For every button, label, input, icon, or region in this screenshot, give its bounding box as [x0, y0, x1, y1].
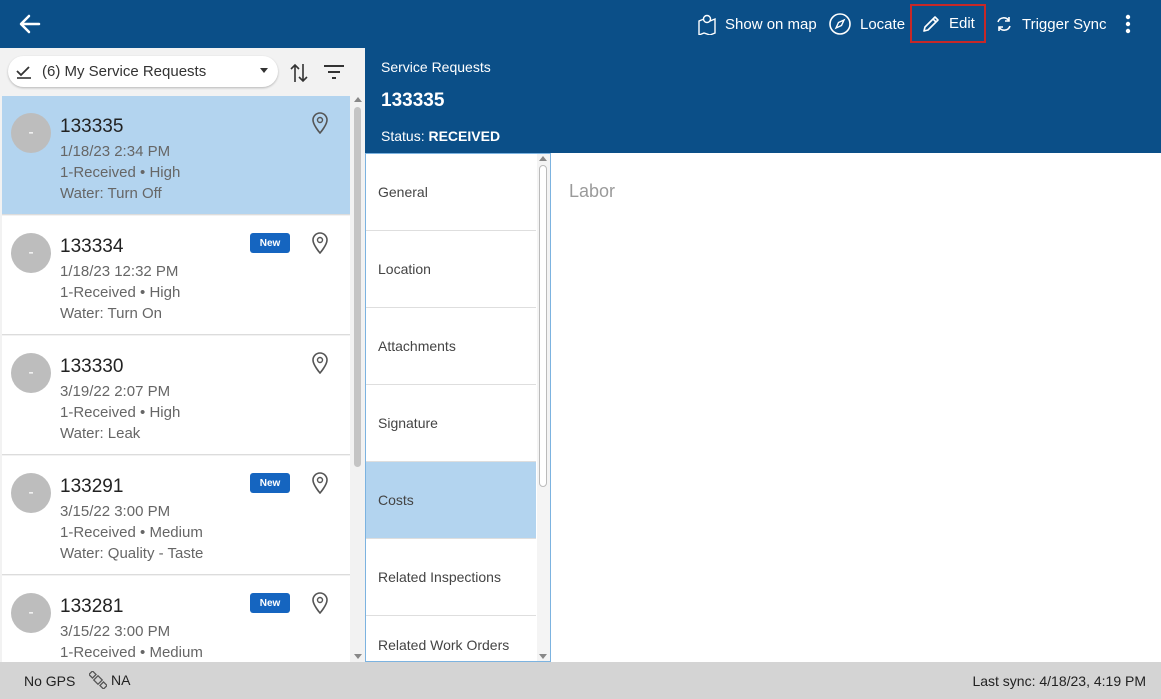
app-toolbar: Show on map Locate Edit Trigger Sync	[0, 0, 1161, 48]
arrow-left-icon	[19, 14, 41, 34]
section-content: Labor	[551, 153, 1161, 662]
checklist-icon	[16, 65, 31, 79]
request-type: Water: Turn On	[60, 305, 162, 322]
location-pin-icon[interactable]	[311, 112, 329, 134]
new-badge: New	[250, 593, 290, 613]
list-item[interactable]: -133335 1/18/23 2:34 PM 1-Received • High W…	[2, 96, 350, 215]
network-label: NA	[111, 672, 131, 688]
request-id: 133334	[60, 236, 124, 257]
request-status: 1-Received • Medium	[60, 524, 203, 541]
sort-icon	[290, 63, 308, 83]
new-badge: New	[250, 233, 290, 253]
sort-button[interactable]	[289, 62, 311, 84]
list-scrollbar[interactable]	[351, 95, 365, 662]
new-badge: New	[250, 473, 290, 493]
pencil-icon	[923, 15, 939, 32]
request-date: 3/19/22 2:07 PM	[60, 383, 171, 400]
section-nav-item[interactable]: Costs	[366, 462, 536, 539]
status-value: RECEIVED	[428, 128, 501, 144]
request-date: 1/18/23 2:34 PM	[60, 143, 171, 160]
gps-status: No GPS	[24, 673, 76, 689]
section-nav-scrollbar[interactable]	[537, 154, 550, 661]
sync-icon	[997, 17, 1011, 31]
avatar: -	[11, 593, 51, 633]
trigger-sync-label: Trigger Sync	[1022, 15, 1107, 33]
section-nav-item[interactable]: Location	[366, 231, 536, 308]
scroll-up-arrow-icon[interactable]	[354, 97, 362, 102]
request-status: 1-Received • High	[60, 164, 181, 181]
request-date: 3/15/22 3:00 PM	[60, 623, 171, 640]
location-pin-icon[interactable]	[311, 592, 329, 614]
list-item[interactable]: -133291 3/15/22 3:00 PM 1-Received • Mediu…	[2, 456, 350, 575]
section-nav-item[interactable]: Related Work Orders	[366, 616, 536, 661]
network-status: NA	[89, 671, 130, 689]
request-id: 133330	[60, 356, 124, 377]
trigger-sync-button[interactable]: Trigger Sync	[994, 4, 1106, 44]
section-nav: Related Work Orders Related Inspections Co…	[365, 153, 551, 662]
locate-label: Locate	[860, 15, 906, 33]
show-on-map-label: Show on map	[725, 15, 817, 33]
last-sync-text: Last sync: 4/18/23, 4:19 PM	[972, 673, 1146, 689]
section-nav-item[interactable]: Signature	[366, 385, 536, 462]
scrollbar-thumb[interactable]	[539, 165, 547, 487]
more-options-button[interactable]	[1122, 4, 1142, 44]
request-date: 1/18/23 12:32 PM	[60, 263, 179, 280]
service-request-list-panel: (6) My Service Requests -133335 1/18/23 2…	[0, 48, 365, 662]
breadcrumb: Service Requests	[381, 59, 491, 75]
location-pin-icon[interactable]	[311, 352, 329, 374]
locate-button[interactable]: Locate	[828, 4, 905, 44]
edit-label: Edit	[949, 15, 975, 32]
scroll-down-arrow-icon[interactable]	[354, 654, 362, 659]
request-status: 1-Received • Medium	[60, 644, 203, 661]
location-pin-icon[interactable]	[311, 472, 329, 494]
list-selector-label: (6) My Service Requests	[42, 63, 207, 80]
request-status: 1-Received • High	[60, 284, 181, 301]
section-nav-item[interactable]: Related Inspections	[366, 539, 536, 616]
compass-icon	[829, 13, 851, 35]
scroll-down-arrow-icon[interactable]	[539, 654, 547, 659]
status-label: Status:	[381, 128, 425, 144]
request-type: Water: Quality - Taste	[60, 545, 204, 562]
scroll-up-arrow-icon[interactable]	[539, 156, 547, 161]
page-title: 133335	[381, 90, 445, 111]
filter-icon	[324, 65, 344, 79]
request-id: 133335	[60, 116, 124, 137]
back-button[interactable]	[14, 8, 46, 40]
detail-header: Service Requests 133335 Status: RECEIVED	[365, 48, 1161, 153]
list-selector-dropdown[interactable]: (6) My Service Requests	[8, 56, 278, 87]
status-bar: No GPS NA Last sync: 4/18/23, 4:19 PM	[0, 662, 1161, 699]
filter-button[interactable]	[323, 64, 347, 82]
request-id: 133291	[60, 476, 124, 497]
avatar: -	[11, 113, 51, 153]
edit-button[interactable]: Edit	[910, 4, 986, 43]
avatar: -	[11, 353, 51, 393]
request-type: Water: Leak	[60, 425, 141, 442]
list-item[interactable]: -133330 3/19/22 2:07 PM 1-Received • High W…	[2, 336, 350, 455]
request-date: 3/15/22 3:00 PM	[60, 503, 171, 520]
service-request-list: -133335 1/18/23 2:34 PM 1-Received • High W…	[0, 95, 351, 662]
map-pin-icon	[698, 14, 716, 35]
show-on-map-button[interactable]: Show on map	[697, 4, 817, 44]
satellite-icon	[89, 671, 107, 689]
request-type: Water: Turn Off	[60, 185, 162, 202]
avatar: -	[11, 233, 51, 273]
section-nav-item[interactable]: Attachments	[366, 308, 536, 385]
request-status: 1-Received • High	[60, 404, 181, 421]
more-vertical-icon	[1125, 14, 1131, 34]
request-id: 133281	[60, 596, 124, 617]
chevron-down-icon	[260, 68, 268, 73]
labor-heading: Labor	[569, 181, 616, 201]
list-filter-row: (6) My Service Requests	[0, 48, 365, 95]
section-nav-item[interactable]: General	[366, 154, 536, 231]
location-pin-icon[interactable]	[311, 232, 329, 254]
avatar: -	[11, 473, 51, 513]
scrollbar-thumb[interactable]	[354, 107, 361, 467]
status-line: Status: RECEIVED	[381, 128, 500, 144]
list-item[interactable]: -133334 1/18/23 12:32 PM 1-Received • High…	[2, 216, 350, 335]
list-item[interactable]: -133281 3/15/22 3:00 PM 1-Received • Mediu…	[2, 576, 350, 662]
